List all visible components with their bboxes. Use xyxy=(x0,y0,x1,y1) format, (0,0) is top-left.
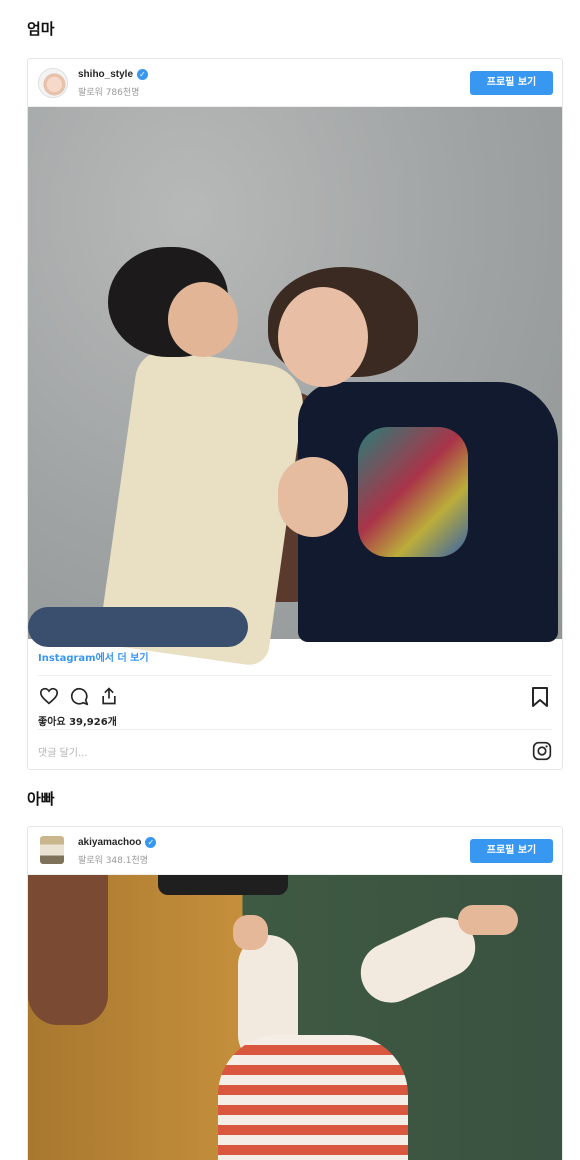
instagram-icon[interactable] xyxy=(532,741,552,761)
photo-detail xyxy=(158,875,288,895)
like-count[interactable]: 좋아요 39,926개 xyxy=(38,713,117,728)
photo-detail xyxy=(233,915,268,950)
photo-detail xyxy=(358,427,468,557)
photo-detail xyxy=(168,282,238,357)
photo-detail xyxy=(218,1035,408,1160)
divider xyxy=(38,729,552,730)
comment-input[interactable]: 댓글 달기... xyxy=(38,744,88,759)
bookmark-icon[interactable] xyxy=(530,686,552,708)
verified-badge-icon: ✓ xyxy=(145,837,157,848)
post-actions xyxy=(38,685,120,707)
post-header: akiyamachoo ✓ 팔로워 348.1천명 프로필 보기 xyxy=(28,827,562,875)
view-more-on-instagram-link[interactable]: Instagram에서 더 보기 xyxy=(38,649,149,664)
username-link[interactable]: akiyamachoo xyxy=(78,837,141,848)
avatar[interactable] xyxy=(40,836,64,864)
follower-count: 팔로워 786천명 xyxy=(78,88,140,98)
verified-badge-icon: ✓ xyxy=(137,69,149,80)
username-row: shiho_style ✓ xyxy=(78,69,149,80)
photo-detail xyxy=(28,607,248,647)
divider xyxy=(38,675,552,676)
view-profile-button[interactable]: 프로필 보기 xyxy=(470,71,553,95)
heart-icon[interactable] xyxy=(38,685,60,707)
view-profile-button[interactable]: 프로필 보기 xyxy=(470,839,553,863)
avatar-image xyxy=(40,836,64,864)
username-link[interactable]: shiho_style xyxy=(78,69,133,80)
post-photo[interactable] xyxy=(28,875,562,1160)
photo-detail xyxy=(278,287,368,387)
username-row: akiyamachoo ✓ xyxy=(78,837,157,848)
post-header: shiho_style ✓ 팔로워 786천명 프로필 보기 xyxy=(28,59,562,107)
share-icon[interactable] xyxy=(98,685,120,707)
avatar-image xyxy=(39,69,67,97)
photo-detail xyxy=(28,875,108,1025)
instagram-embed-card: akiyamachoo ✓ 팔로워 348.1천명 프로필 보기 xyxy=(27,826,563,1160)
section-title-mom: 엄마 xyxy=(27,20,55,38)
avatar[interactable] xyxy=(38,68,68,98)
instagram-embed-card: shiho_style ✓ 팔로워 786천명 프로필 보기 Instagram… xyxy=(27,58,563,770)
photo-detail xyxy=(458,905,518,935)
photo-detail xyxy=(278,457,348,537)
follower-count: 팔로워 348.1천명 xyxy=(78,856,149,866)
comment-icon[interactable] xyxy=(68,685,90,707)
post-photo[interactable] xyxy=(28,107,562,668)
section-title-dad: 아빠 xyxy=(27,790,55,808)
